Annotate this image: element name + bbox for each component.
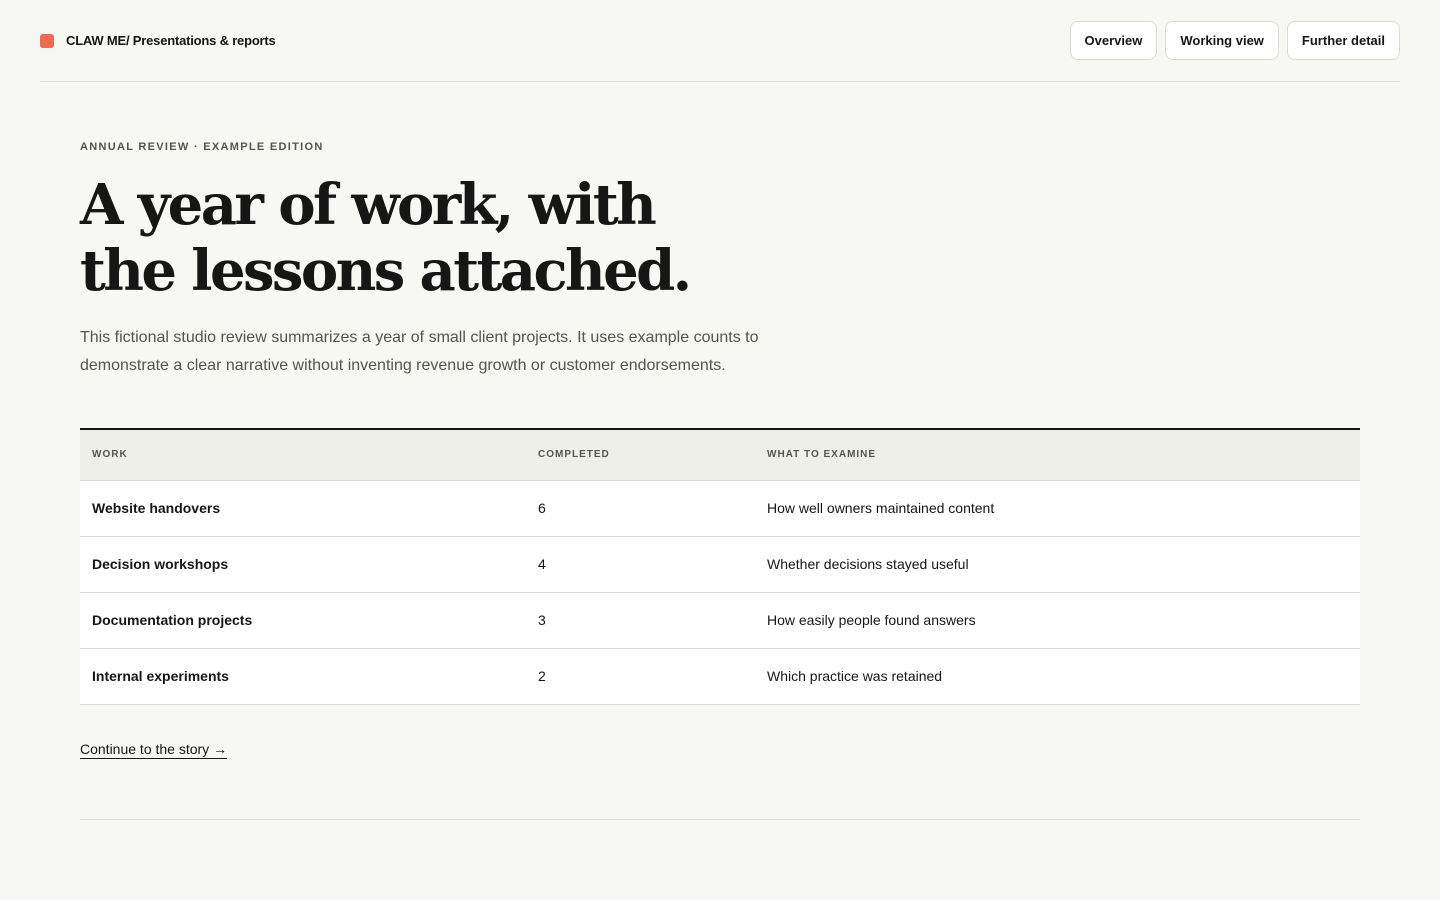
work-cell: Documentation projects — [80, 592, 526, 649]
nav-overview-button[interactable]: Overview — [1069, 21, 1158, 60]
footer-divider — [80, 819, 1360, 820]
column-header-completed: COMPLETED — [526, 430, 755, 481]
completed-cell: 4 — [526, 536, 755, 593]
intro-paragraph: This fictional studio review summarizes … — [80, 329, 759, 374]
work-table: WORK COMPLETED WHAT TO EXAMINE Website h… — [80, 428, 1360, 705]
page-title-line-2: the lessons attached. — [80, 238, 692, 304]
work-cell: Website handovers — [80, 480, 526, 537]
column-header-examine: WHAT TO EXAMINE — [755, 430, 1360, 481]
nav-further-detail-button[interactable]: Further detail — [1286, 21, 1400, 60]
table-row: Internal experiments 2 Which practice wa… — [80, 648, 1360, 705]
table-header-row: WORK COMPLETED WHAT TO EXAMINE — [80, 430, 1360, 481]
brand[interactable]: CLAW ME/ Presentations & reports — [40, 33, 276, 48]
work-cell: Internal experiments — [80, 648, 526, 705]
column-header-work: WORK — [80, 430, 526, 481]
nav-working-view-button[interactable]: Working view — [1165, 21, 1279, 60]
table-row: Documentation projects 3 How easily peop… — [80, 592, 1360, 649]
top-nav: Overview Working view Further detail — [1069, 21, 1400, 60]
continue-story-link[interactable]: Continue to the story → — [80, 740, 228, 759]
completed-cell: 6 — [526, 480, 755, 537]
page-title: A year of work, with the lessons attache… — [80, 172, 780, 304]
table-row: Website handovers 6 How well owners main… — [80, 480, 1360, 537]
table-row: Decision workshops 4 Whether decisions s… — [80, 536, 1360, 593]
completed-cell: 2 — [526, 648, 755, 705]
examine-cell: How well owners maintained content — [755, 480, 1360, 537]
brand-logo-icon — [40, 33, 54, 48]
page-title-line-1: A year of work, with — [80, 172, 657, 238]
completed-cell: 3 — [526, 592, 755, 649]
examine-cell: Whether decisions stayed useful — [755, 536, 1360, 593]
work-cell: Decision workshops — [80, 536, 526, 593]
examine-cell: How easily people found answers — [755, 592, 1360, 649]
examine-cell: Which practice was retained — [755, 648, 1360, 705]
eyebrow: ANNUAL REVIEW · EXAMPLE EDITION — [80, 141, 324, 153]
brand-title: CLAW ME/ Presentations & reports — [66, 33, 276, 48]
